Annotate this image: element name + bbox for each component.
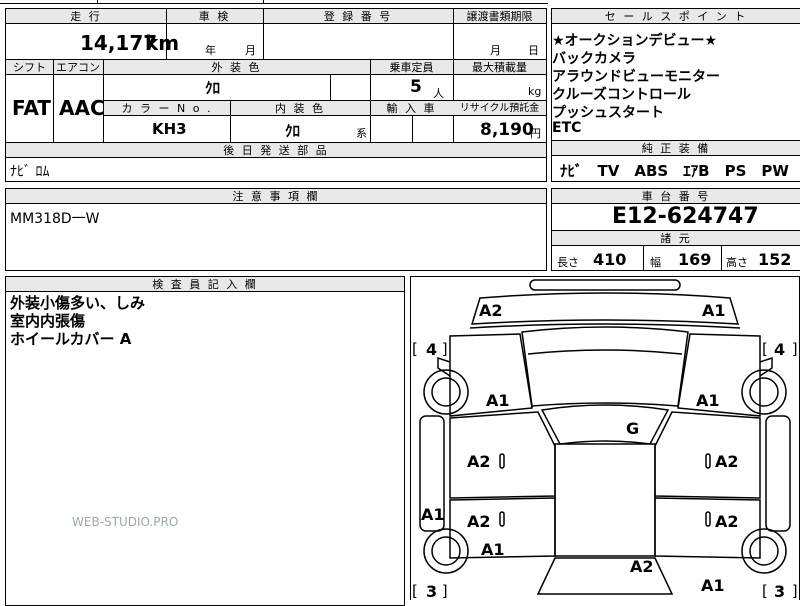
sales-point-item: バックカメラ bbox=[552, 51, 636, 67]
top-divider bbox=[263, 0, 264, 4]
inspection-month: 月 bbox=[245, 44, 256, 57]
shift-header: シフト bbox=[6, 60, 53, 75]
inspector-line: 外装小傷多い、しみ bbox=[10, 294, 146, 312]
car-damage-diagram: [ ] 4 [ ] 4 [ ] 3 [ ] 3 A2 A1 A1 A1 G A2… bbox=[410, 276, 800, 606]
mark-door-fl: A2 bbox=[467, 452, 491, 471]
sales-points-header: セ ー ル ス ポ イ ン ト bbox=[552, 9, 800, 24]
divider bbox=[330, 75, 331, 100]
later-parts-value: ﾅﾋﾞ ﾛﾑ bbox=[10, 164, 50, 180]
sales-point-item: クルーズコントロール bbox=[552, 87, 691, 103]
recycle-header: リサイクル預託金 bbox=[453, 101, 546, 116]
inspection-year: 年 bbox=[205, 44, 216, 57]
divider bbox=[370, 60, 371, 100]
spec-width-value: 169 bbox=[678, 250, 712, 269]
watermark: WEB-STUDIO.PRO bbox=[72, 515, 179, 529]
interior-color-header: 内 装 色 bbox=[230, 101, 370, 116]
mark-rear-right: A1 bbox=[701, 576, 725, 595]
mark-door-rl: A2 bbox=[467, 512, 491, 531]
divider bbox=[230, 101, 231, 143]
sales-point-item: プッシュスタート bbox=[552, 105, 664, 121]
divider bbox=[370, 101, 371, 143]
spec-height-label: 高さ bbox=[726, 256, 748, 269]
color-no-header: カ ラ ー N o . bbox=[104, 101, 230, 116]
spec-width-label: 幅 bbox=[650, 256, 661, 269]
transfer-month: 月 bbox=[490, 44, 501, 57]
spec-length-value: 410 bbox=[593, 250, 627, 269]
chassis-number-header: 車 台 番 号 bbox=[552, 189, 800, 204]
interior-color-value: ｸﾛ bbox=[285, 122, 301, 140]
spec-height-value: 152 bbox=[758, 250, 792, 269]
registration-header: 登 録 番 号 bbox=[263, 9, 453, 24]
divider bbox=[53, 60, 54, 143]
mark-glass: G bbox=[626, 419, 640, 438]
exterior-color-header: 外 装 色 bbox=[103, 60, 370, 75]
mark-door-fr: A2 bbox=[715, 452, 739, 471]
spec-length-label: 長さ bbox=[557, 256, 579, 269]
divider bbox=[412, 116, 413, 143]
mark-fender-fr: A1 bbox=[696, 391, 720, 410]
top-divider bbox=[97, 0, 98, 4]
shift-value: FAT bbox=[12, 96, 51, 120]
mark-sill-left: A1 bbox=[421, 505, 445, 524]
mark-tire-fl: 4 bbox=[426, 340, 438, 359]
standard-equipment-value: ﾅﾋﾞ TV ABS ｴｱB PS PW bbox=[560, 162, 789, 180]
inspector-line: ホイールカバー A bbox=[10, 330, 132, 348]
transfer-day: 日 bbox=[528, 44, 539, 57]
inspector-line: 室内内張傷 bbox=[10, 312, 86, 330]
notes-value: MM318D一W bbox=[10, 211, 100, 227]
mark-front-right: A1 bbox=[702, 301, 726, 320]
top-border bbox=[0, 3, 548, 4]
notes-header: 注 意 事 項 欄 bbox=[6, 189, 546, 204]
capacity-unit: 人 bbox=[433, 87, 444, 100]
inspection-header: 車 検 bbox=[166, 9, 263, 24]
max-load-header: 最大積載量 bbox=[453, 60, 546, 75]
capacity-header: 乗車定員 bbox=[370, 60, 453, 75]
recycle-unit: 円 bbox=[530, 127, 541, 140]
specs-header: 諸 元 bbox=[552, 231, 800, 246]
mark-tire-fr: 4 bbox=[774, 340, 786, 359]
sales-point-item: ★オークションデビュー★ bbox=[552, 33, 718, 49]
transfer-deadline-header: 譲渡書類期限 bbox=[453, 9, 546, 24]
chassis-number-value: E12-624747 bbox=[612, 204, 759, 229]
mark-front-left: A2 bbox=[479, 301, 503, 320]
max-load-unit: kg bbox=[528, 85, 542, 98]
mark-door-rr: A2 bbox=[715, 512, 739, 531]
divider bbox=[263, 9, 264, 59]
car-outline-icon bbox=[410, 276, 800, 606]
sales-point-item: アラウンドビューモニター bbox=[552, 69, 720, 85]
mark-fender-rl: A1 bbox=[481, 540, 505, 559]
aircon-value: AAC bbox=[59, 96, 105, 120]
inspector-header: 検 査 員 記 入 欄 bbox=[6, 277, 404, 292]
mark-rear-center: A2 bbox=[630, 557, 654, 576]
divider bbox=[643, 246, 644, 271]
mark-tire-rl: 3 bbox=[426, 582, 438, 601]
mark-fender-fl: A1 bbox=[486, 391, 510, 410]
sales-point-item: ETC bbox=[552, 120, 582, 136]
capacity-value: 5 bbox=[410, 77, 422, 97]
mileage-unit: km bbox=[145, 31, 180, 55]
interior-color-suffix: 系 bbox=[356, 127, 367, 140]
aircon-header: エアコン bbox=[53, 60, 103, 75]
mark-tire-rr: 3 bbox=[774, 582, 786, 601]
divider bbox=[721, 246, 722, 271]
import-header: 輸 入 車 bbox=[370, 101, 453, 116]
exterior-color-value: ｸﾛ bbox=[205, 79, 221, 97]
mileage-header: 走 行 bbox=[6, 9, 166, 24]
later-parts-header: 後 日 発 送 部 品 bbox=[6, 143, 546, 158]
color-no-value: KH3 bbox=[152, 120, 187, 138]
vehicle-info-table bbox=[5, 8, 547, 143]
divider bbox=[453, 9, 454, 59]
standard-equipment-header: 純 正 装 備 bbox=[552, 141, 800, 156]
recycle-value: 8,190 bbox=[480, 120, 534, 140]
